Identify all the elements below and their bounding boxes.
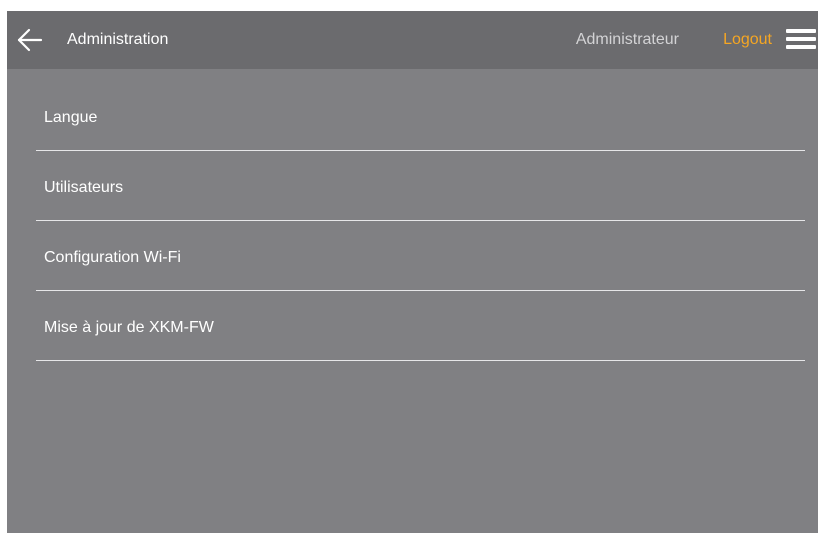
back-button[interactable] [15, 25, 45, 55]
menu-item-utilisateurs[interactable]: Utilisateurs [36, 151, 805, 221]
arrow-left-icon [17, 28, 43, 52]
hamburger-menu-button[interactable] [786, 26, 816, 52]
app-window: Administration Administrateur Logout Lan… [7, 11, 818, 533]
menu-item-label: Utilisateurs [44, 179, 124, 196]
logout-link[interactable]: Logout [723, 11, 772, 69]
menu-item-configuration-wifi[interactable]: Configuration Wi-Fi [36, 221, 805, 291]
menu-item-langue[interactable]: Langue [36, 81, 805, 151]
menu-item-label: Langue [44, 109, 98, 126]
menu-item-label: Configuration Wi-Fi [44, 249, 181, 266]
admin-menu-list: Langue Utilisateurs Configuration Wi-Fi … [36, 81, 805, 361]
menu-item-label: Mise à jour de XKM-FW [44, 319, 214, 336]
current-user-label: Administrateur [575, 31, 679, 48]
menu-item-firmware-update[interactable]: Mise à jour de XKM-FW [36, 291, 805, 361]
top-bar: Administration Administrateur Logout [7, 11, 818, 69]
page-title: Administration [67, 31, 169, 48]
